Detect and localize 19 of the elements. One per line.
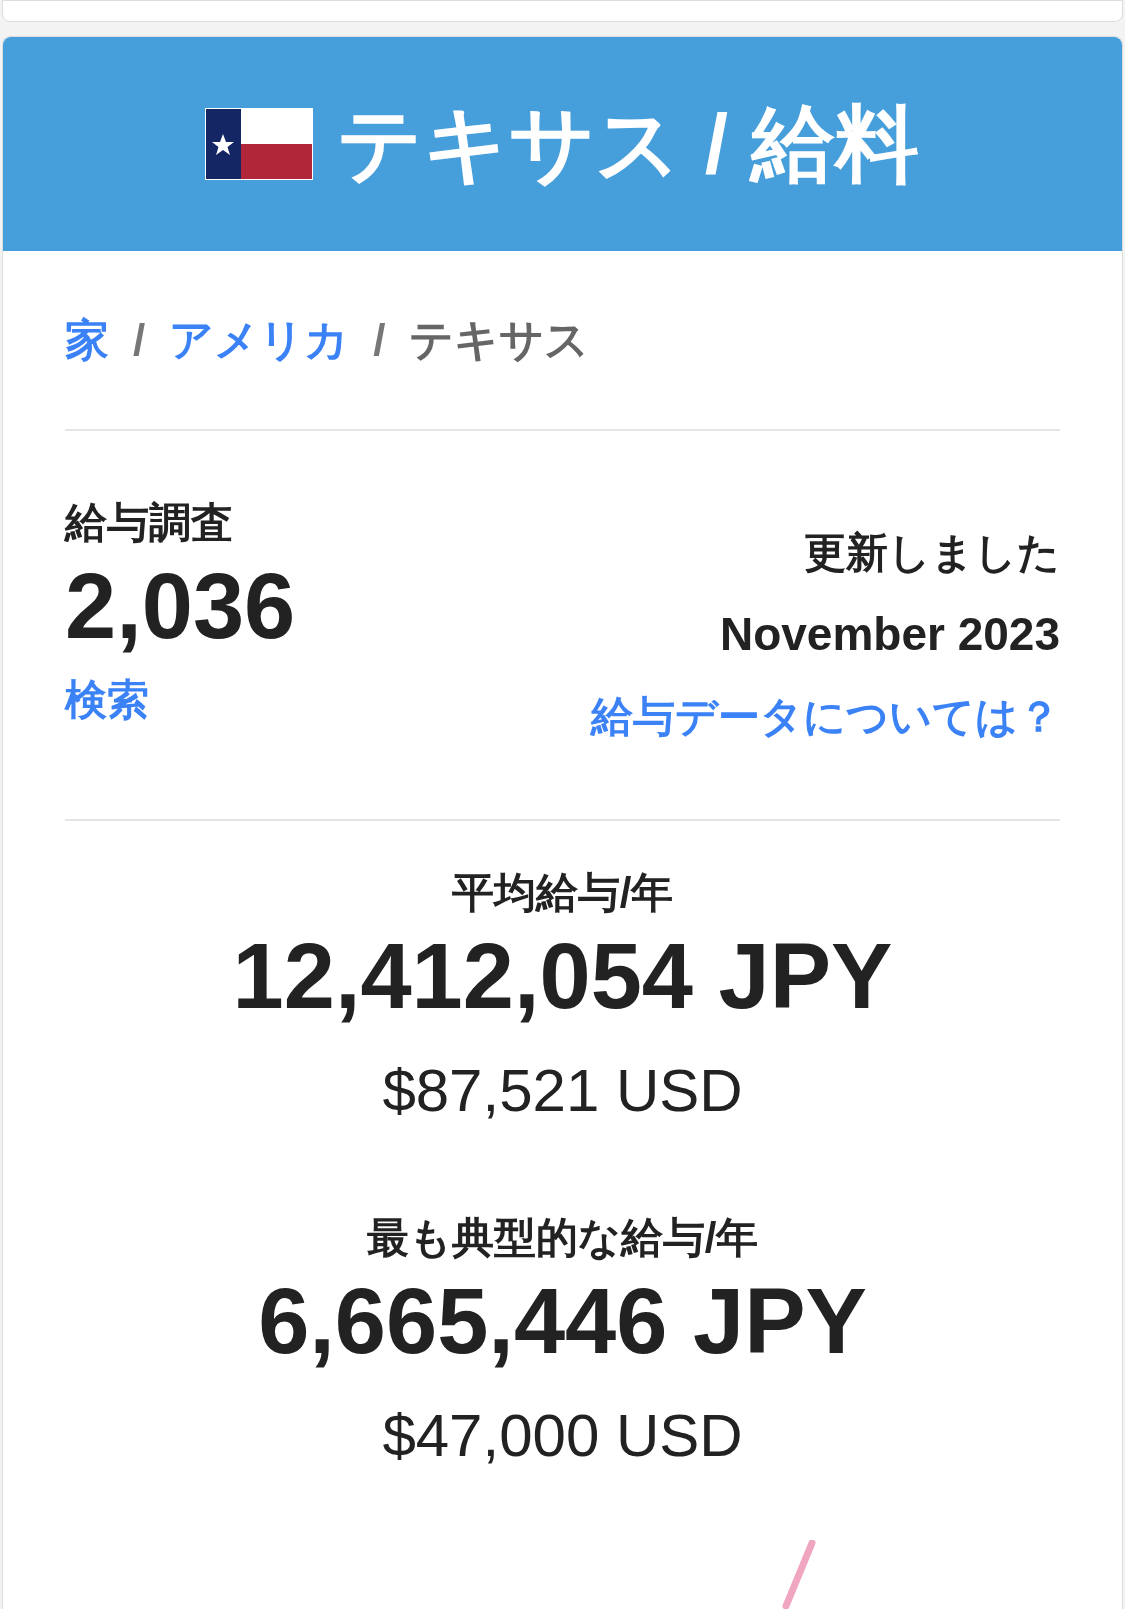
breadcrumb-separator: / xyxy=(373,314,386,366)
salary-usd: $47,000 USD xyxy=(382,1400,743,1471)
updated-date: November 2023 xyxy=(719,607,1060,662)
salary-label: 最も典型的な給与/年 xyxy=(366,1212,759,1263)
salary-usd: $87,521 USD xyxy=(382,1055,743,1126)
breadcrumb-link[interactable]: 家 xyxy=(65,307,109,373)
survey-count: 2,036 xyxy=(65,554,296,659)
salary-jpy: 12,412,054 JPY xyxy=(232,924,893,1029)
survey-label: 給与調査 xyxy=(65,498,234,548)
salary-data-link[interactable]: 給与データについては？ xyxy=(591,685,1060,748)
salary-jpy: 6,665,446 JPY xyxy=(258,1268,867,1374)
breadcrumb-link[interactable]: アメリカ xyxy=(169,307,350,373)
page-title: テキサス / 給料 xyxy=(337,102,920,186)
updated-label: 更新しました xyxy=(804,528,1060,578)
salary-label: 平均給与/年 xyxy=(451,868,674,918)
flag-icon xyxy=(205,108,314,180)
breadcrumb-separator: / xyxy=(133,314,146,366)
breadcrumb-current: テキサス xyxy=(409,314,590,366)
search-link[interactable]: 検索 xyxy=(65,667,296,731)
